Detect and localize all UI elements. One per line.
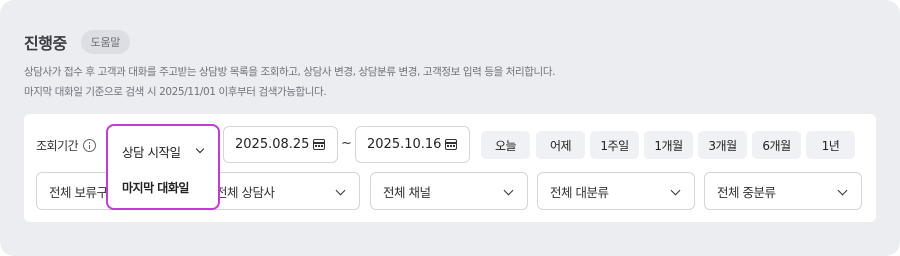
help-button[interactable]: 도움말	[80, 30, 131, 54]
quick-range-6months-button[interactable]: 6개월	[752, 131, 801, 159]
quick-range-today-button[interactable]: 오늘	[481, 131, 530, 159]
start-date-input[interactable]: 2025.08.25	[223, 126, 338, 163]
agent-value: 전체 상담사	[216, 184, 275, 200]
end-date-value: 2025.10.16	[367, 137, 442, 152]
start-date-value: 2025.08.25	[235, 137, 310, 152]
date-type-selected[interactable]: 상담 시작일	[122, 142, 181, 161]
chevron-down-icon	[335, 185, 346, 196]
channel-select[interactable]: 전체 채널	[370, 172, 528, 210]
search-note: 마지막 대화일 기준으로 검색 시 2025/11/01 이후부터 검색가능합니…	[24, 86, 327, 98]
quick-range-yesterday-button[interactable]: 어제	[536, 131, 585, 159]
channel-value: 전체 채널	[383, 184, 431, 200]
period-label: 조회기간	[36, 139, 79, 153]
quick-range-3months-button[interactable]: 3개월	[698, 131, 747, 159]
info-icon[interactable]	[83, 139, 97, 152]
major-category-select[interactable]: 전체 대분류	[537, 172, 695, 210]
middle-category-select[interactable]: 전체 중분류	[704, 172, 862, 210]
calendar-icon[interactable]	[313, 139, 325, 150]
agent-select[interactable]: 전체 상담사	[203, 172, 360, 210]
quick-range-1month-button[interactable]: 1개월	[644, 131, 693, 159]
chevron-down-icon	[503, 185, 514, 196]
chevron-down-icon	[670, 185, 681, 196]
page-description: 상담사가 접수 후 고객과 대화를 주고받는 상담방 목록을 조회하고, 상담사…	[24, 66, 556, 78]
middle-category-value: 전체 중분류	[717, 184, 776, 200]
quick-range-1year-button[interactable]: 1년	[806, 131, 855, 159]
quick-range-1week-button[interactable]: 1주일	[590, 131, 639, 159]
date-type-option-last-chat[interactable]: 마지막 대화일	[122, 179, 189, 196]
major-category-value: 전체 대분류	[550, 184, 609, 200]
title-row: 진행중 도움말	[24, 30, 131, 54]
chevron-down-icon	[195, 144, 205, 154]
calendar-icon[interactable]	[445, 139, 457, 150]
page-title: 진행중	[24, 34, 67, 53]
period-label-group: 조회기간	[36, 137, 97, 154]
end-date-input[interactable]: 2025.10.16	[355, 126, 470, 163]
date-type-dropdown[interactable]: 상담 시작일 마지막 대화일	[106, 124, 220, 210]
date-range-separator: ~	[341, 136, 352, 151]
chevron-down-icon	[837, 185, 848, 196]
